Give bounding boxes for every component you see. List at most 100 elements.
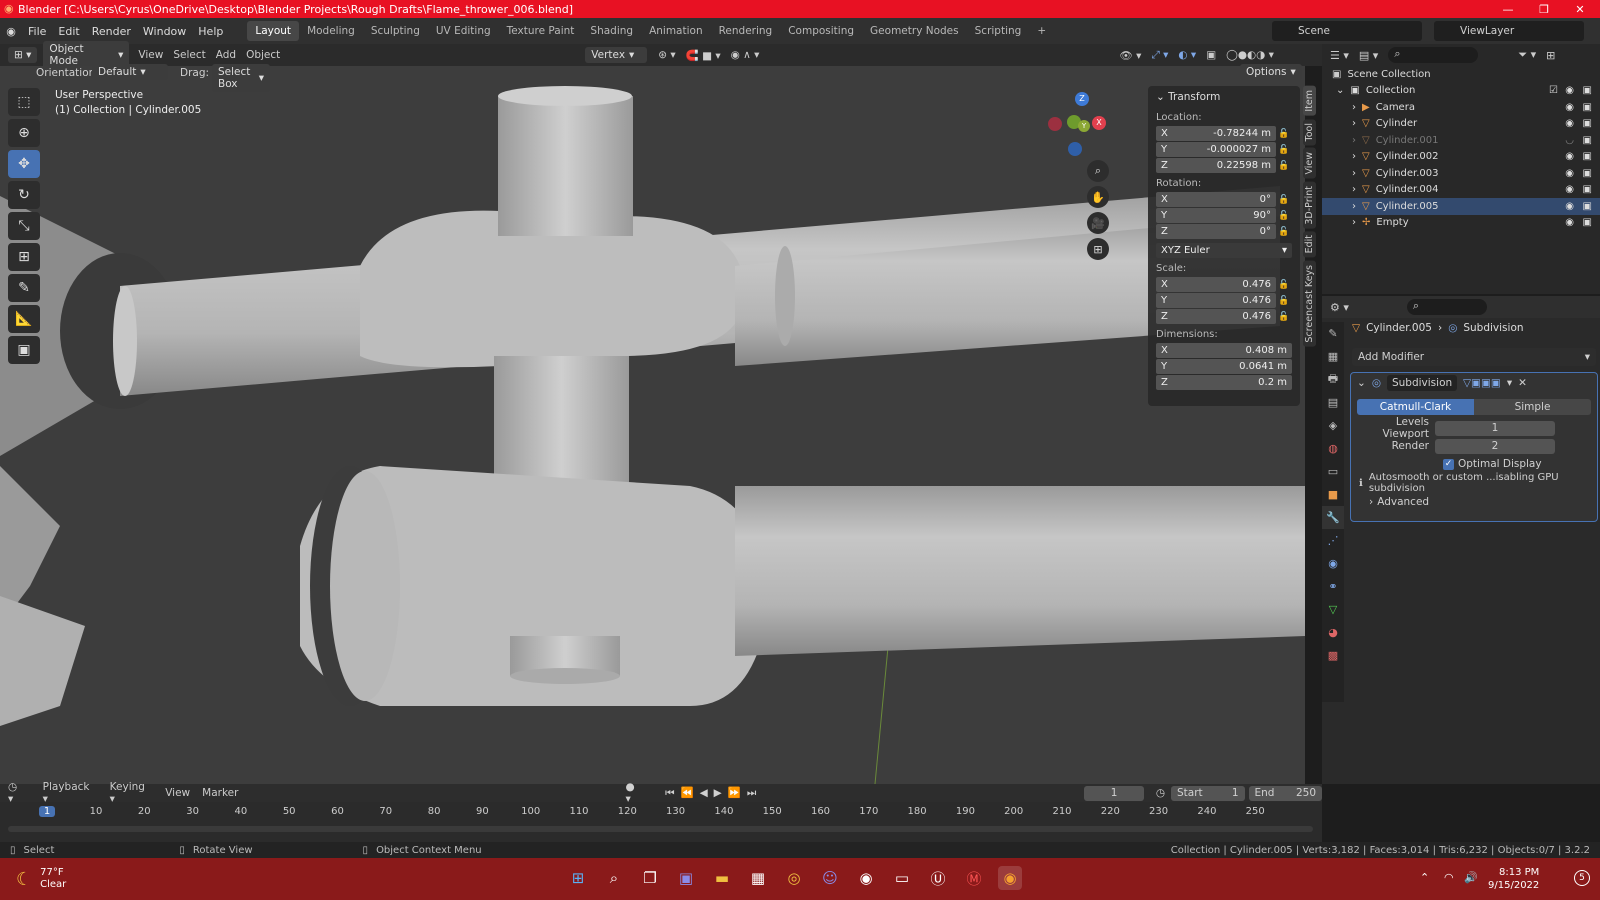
eye-icon[interactable]: ◉	[1565, 85, 1574, 96]
gizmo-icon[interactable]: ⤢ ▾	[1146, 49, 1173, 62]
orientation-dropdown[interactable]: Default ▾	[92, 64, 168, 80]
minimize-icon[interactable]: —	[1490, 0, 1526, 18]
select-box-tool-icon[interactable]: ⬚	[8, 88, 40, 116]
neg-z-axis-icon[interactable]	[1068, 142, 1082, 156]
physics-tab-icon[interactable]: ◉	[1322, 552, 1344, 575]
tab-3d-print[interactable]: 3D-Print	[1303, 181, 1316, 229]
tab-rendering[interactable]: Rendering	[711, 21, 781, 41]
location-z-field[interactable]: Z 0.22598 m	[1156, 158, 1276, 173]
search-icon[interactable]: ⌕	[602, 866, 626, 890]
oculus-icon[interactable]: ▭	[890, 866, 914, 890]
tab-uv-editing[interactable]: UV Editing	[428, 21, 499, 41]
store-icon[interactable]: ▦	[746, 866, 770, 890]
simple-button[interactable]: Simple	[1474, 399, 1591, 415]
camera-icon[interactable]: ▣	[1583, 135, 1592, 146]
visibility-icon[interactable]: 👁 ▾	[1114, 49, 1146, 62]
close-icon[interactable]: ✕	[1518, 377, 1527, 389]
eye-icon[interactable]: ◉	[1565, 118, 1574, 129]
snap-target-dropdown[interactable]: Vertex ▾	[585, 47, 648, 63]
editor-type-button[interactable]: ⊞ ▾	[8, 47, 38, 63]
task-view-icon[interactable]: ❐	[638, 866, 662, 890]
lock-icon[interactable]: 🔓	[1276, 211, 1292, 221]
scale-z-field[interactable]: Z 0.476	[1156, 309, 1276, 324]
chevron-right-icon[interactable]: ›	[1352, 102, 1356, 113]
menu-select[interactable]: Select	[168, 49, 210, 61]
levels-viewport-field[interactable]: 1	[1435, 420, 1555, 436]
chevron-right-icon[interactable]: ›	[1352, 201, 1356, 212]
tab-item[interactable]: Item	[1303, 86, 1316, 116]
display-mode-icon[interactable]: ▤ ▾	[1359, 49, 1378, 62]
modifier-toggles-icon[interactable]: ▽▣▣▣	[1463, 377, 1501, 389]
chevron-down-icon[interactable]: ▾	[1507, 377, 1512, 389]
tab-animation[interactable]: Animation	[641, 21, 711, 41]
new-collection-icon[interactable]: ⊞	[1546, 49, 1555, 62]
outliner-editor-icon[interactable]: ☰ ▾	[1330, 49, 1349, 62]
outliner-item-cylinder-005[interactable]: › ▽ Cylinder.005 ◉ ▣	[1322, 198, 1600, 215]
restore-icon[interactable]: ❐	[1526, 0, 1562, 18]
chrome-icon[interactable]: ◎	[782, 866, 806, 890]
rotation-z-field[interactable]: Z 0°	[1156, 224, 1276, 239]
camera-icon[interactable]: ▣	[1583, 85, 1592, 96]
rotation-x-field[interactable]: X 0°	[1156, 192, 1276, 207]
world-tab-icon[interactable]: ◍	[1322, 437, 1344, 460]
end-frame-field[interactable]: End 250	[1248, 785, 1323, 801]
collection-tab-icon[interactable]: ▭	[1322, 460, 1344, 483]
eye-closed-icon[interactable]: ◡	[1565, 135, 1574, 146]
navigation-gizmo[interactable]: Z Y X	[1048, 90, 1120, 162]
windows-start-icon[interactable]: ⊞	[566, 866, 590, 890]
z-axis-icon[interactable]: Z	[1075, 92, 1089, 106]
optimal-display-checkbox[interactable]: ✓	[1443, 458, 1454, 470]
neg-x-axis-icon[interactable]	[1048, 117, 1062, 131]
tab-tool[interactable]: Tool	[1303, 118, 1316, 146]
lock-icon[interactable]: 🔓	[1276, 227, 1292, 237]
teams-chat-icon[interactable]: ▣	[674, 866, 698, 890]
scene-selector[interactable]: Scene	[1272, 21, 1422, 41]
options-dropdown[interactable]: Options ▾	[1240, 64, 1302, 80]
checkbox-icon[interactable]: ☑	[1549, 85, 1558, 96]
chevron-right-icon[interactable]: ›	[1352, 118, 1356, 129]
outliner-item-cylinder-003[interactable]: › ▽ Cylinder.003 ◉ ▣	[1322, 165, 1600, 182]
render-tab-icon[interactable]: ▦	[1322, 345, 1344, 368]
chevron-right-icon[interactable]: ›	[1352, 217, 1356, 228]
outliner-item-cylinder[interactable]: › ▽ Cylinder ◉ ▣	[1322, 116, 1600, 133]
blender-menu-icon[interactable]: ◉	[0, 25, 22, 38]
timeline-scrollbar[interactable]	[8, 826, 1313, 832]
scene-tab-icon[interactable]: ◈	[1322, 414, 1344, 437]
rotate-tool-icon[interactable]: ↻	[8, 181, 40, 209]
modifier-name-field[interactable]: Subdivision	[1386, 375, 1457, 391]
eye-icon[interactable]: ◉	[1565, 168, 1574, 179]
lock-icon[interactable]: 🔓	[1276, 161, 1292, 171]
constraints-tab-icon[interactable]: ⚭	[1322, 575, 1344, 598]
outliner-item-cylinder-004[interactable]: › ▽ Cylinder.004 ◉ ▣	[1322, 182, 1600, 199]
scale-x-field[interactable]: X 0.476	[1156, 277, 1276, 292]
add-cube-tool-icon[interactable]: ▣	[8, 336, 40, 364]
menu-view[interactable]: View	[133, 49, 168, 61]
file-explorer-icon[interactable]: ▬	[710, 866, 734, 890]
tool-tab-icon[interactable]: ✎	[1322, 322, 1344, 345]
steam-icon[interactable]: ◉	[854, 866, 878, 890]
rotation-mode-dropdown[interactable]: XYZ Euler ▾	[1156, 243, 1292, 258]
render-levels-field[interactable]: 2	[1435, 438, 1555, 454]
view-layer-tab-icon[interactable]: ▤	[1322, 391, 1344, 414]
wifi-icon[interactable]: ◠	[1444, 871, 1454, 884]
eye-icon[interactable]: ◉	[1565, 102, 1574, 113]
outliner-collection[interactable]: ⌄ ▣ Collection ☑ ◉ ▣	[1322, 83, 1600, 100]
menu-render[interactable]: Render	[86, 25, 137, 38]
texture-tab-icon[interactable]: ▩	[1322, 644, 1344, 667]
dimensions-y-field[interactable]: Y 0.0641 m	[1156, 359, 1292, 374]
clock[interactable]: 8:13 PM 9/15/2022	[1488, 866, 1539, 892]
object-tab-icon[interactable]: ■	[1322, 483, 1344, 506]
pan-hand-icon[interactable]: ✋	[1087, 186, 1109, 208]
lock-icon[interactable]: 🔓	[1276, 195, 1292, 205]
add-workspace-icon[interactable]: +	[1029, 21, 1054, 41]
proportional-edit-icon[interactable]: ◉ ∧ ▾	[726, 49, 765, 61]
mega-icon[interactable]: Ⓜ	[962, 866, 986, 890]
camera-icon[interactable]: ▣	[1583, 201, 1592, 212]
eye-icon[interactable]: ◉	[1565, 201, 1574, 212]
lock-icon[interactable]: 🔓	[1276, 280, 1292, 290]
menu-marker[interactable]: Marker	[197, 787, 243, 799]
move-tool-icon[interactable]: ✥	[8, 150, 40, 178]
ortho-grid-icon[interactable]: ⊞	[1087, 238, 1109, 260]
add-modifier-button[interactable]: Add Modifier ▾	[1352, 348, 1596, 366]
scale-tool-icon[interactable]: ⤡	[8, 212, 40, 240]
